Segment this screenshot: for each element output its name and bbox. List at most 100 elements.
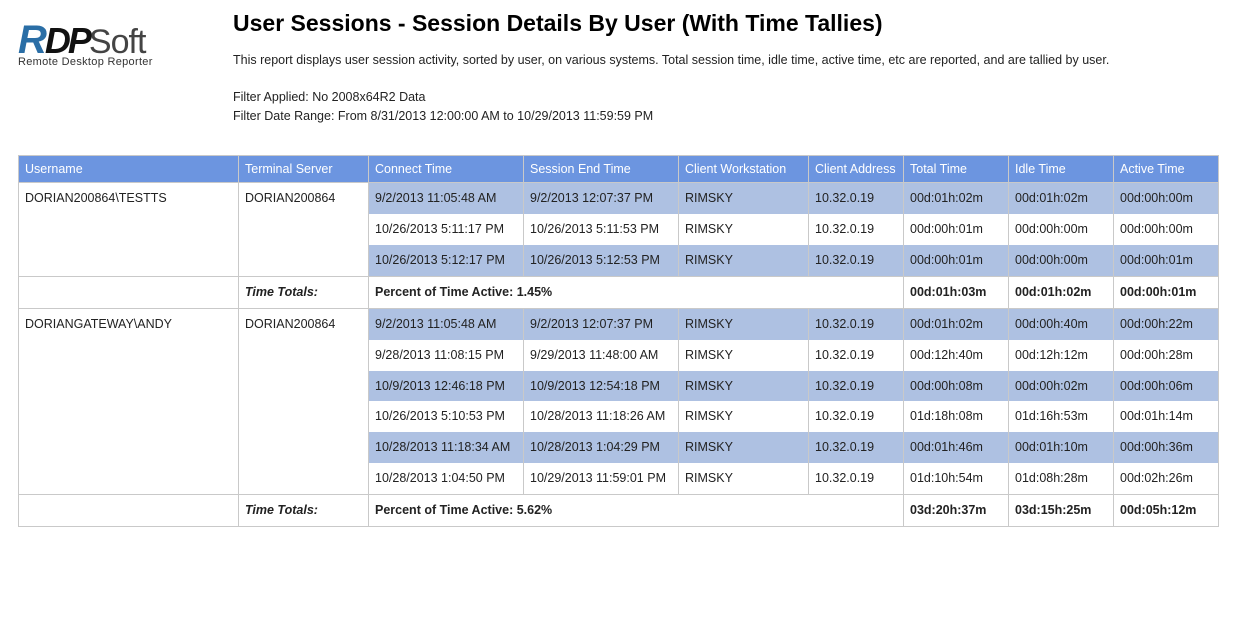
col-idle: Idle Time <box>1009 156 1114 183</box>
end-cell: 10/29/2013 11:59:01 PM <box>524 463 679 494</box>
connect-cell: 10/28/2013 11:18:34 AM <box>369 432 524 463</box>
totals-row: Time Totals:Percent of Time Active: 5.62… <box>19 495 1219 527</box>
active-cell: 00d:00h:22m <box>1114 308 1219 339</box>
filter-applied: Filter Applied: No 2008x64R2 Data <box>233 88 1215 107</box>
end-cell: 10/28/2013 1:04:29 PM <box>524 432 679 463</box>
totals-total: 00d:01h:03m <box>904 276 1009 308</box>
filter-block: Filter Applied: No 2008x64R2 Data Filter… <box>233 88 1215 126</box>
total-cell: 00d:12h:40m <box>904 340 1009 371</box>
connect-cell: 10/9/2013 12:46:18 PM <box>369 371 524 402</box>
col-end: Session End Time <box>524 156 679 183</box>
idle-cell: 01d:08h:28m <box>1009 463 1114 494</box>
end-cell: 9/2/2013 12:07:37 PM <box>524 183 679 214</box>
wks-cell: RIMSKY <box>679 432 809 463</box>
addr-cell: 10.32.0.19 <box>809 432 904 463</box>
idle-cell: 00d:01h:02m <box>1009 183 1114 214</box>
active-cell: 00d:00h:28m <box>1114 340 1219 371</box>
idle-cell: 00d:00h:40m <box>1009 308 1114 339</box>
connect-cell: 10/26/2013 5:12:17 PM <box>369 245 524 276</box>
logo: R DP Soft Remote Desktop Reporter <box>18 10 193 68</box>
totals-active: 00d:05h:12m <box>1114 495 1219 527</box>
col-server: Terminal Server <box>239 156 369 183</box>
totals-blank <box>19 495 239 527</box>
addr-cell: 10.32.0.19 <box>809 214 904 245</box>
col-workstation: Client Workstation <box>679 156 809 183</box>
active-cell: 00d:00h:00m <box>1114 214 1219 245</box>
idle-cell: 00d:00h:00m <box>1009 245 1114 276</box>
logo-tagline: Remote Desktop Reporter <box>18 56 193 68</box>
addr-cell: 10.32.0.19 <box>809 371 904 402</box>
report-description: This report displays user session activi… <box>233 51 1215 70</box>
col-active: Active Time <box>1114 156 1219 183</box>
totals-blank <box>19 276 239 308</box>
connect-cell: 9/2/2013 11:05:48 AM <box>369 308 524 339</box>
idle-cell: 00d:12h:12m <box>1009 340 1114 371</box>
total-cell: 01d:10h:54m <box>904 463 1009 494</box>
connect-cell: 10/28/2013 1:04:50 PM <box>369 463 524 494</box>
addr-cell: 10.32.0.19 <box>809 463 904 494</box>
col-connect: Connect Time <box>369 156 524 183</box>
logo-brand-dp: DP <box>45 23 89 59</box>
active-cell: 00d:01h:14m <box>1114 401 1219 432</box>
sessions-table: Username Terminal Server Connect Time Se… <box>18 155 1219 527</box>
addr-cell: 10.32.0.19 <box>809 308 904 339</box>
active-cell: 00d:00h:00m <box>1114 183 1219 214</box>
addr-cell: 10.32.0.19 <box>809 340 904 371</box>
idle-cell: 00d:00h:00m <box>1009 214 1114 245</box>
report-header: R DP Soft Remote Desktop Reporter User S… <box>18 10 1215 125</box>
wks-cell: RIMSKY <box>679 214 809 245</box>
logo-brand-r: R <box>18 20 45 60</box>
totals-label: Time Totals: <box>239 276 369 308</box>
idle-cell: 00d:00h:02m <box>1009 371 1114 402</box>
wks-cell: RIMSKY <box>679 463 809 494</box>
col-address: Client Address <box>809 156 904 183</box>
end-cell: 9/29/2013 11:48:00 AM <box>524 340 679 371</box>
end-cell: 10/9/2013 12:54:18 PM <box>524 371 679 402</box>
totals-active: 00d:00h:01m <box>1114 276 1219 308</box>
connect-cell: 10/26/2013 5:11:17 PM <box>369 214 524 245</box>
logo-brand-soft: Soft <box>89 25 145 59</box>
idle-cell: 01d:16h:53m <box>1009 401 1114 432</box>
end-cell: 10/26/2013 5:12:53 PM <box>524 245 679 276</box>
total-cell: 01d:18h:08m <box>904 401 1009 432</box>
wks-cell: RIMSKY <box>679 183 809 214</box>
total-cell: 00d:00h:01m <box>904 245 1009 276</box>
username-cell: DORIANGATEWAY\ANDY <box>19 308 239 494</box>
totals-total: 03d:20h:37m <box>904 495 1009 527</box>
totals-row: Time Totals:Percent of Time Active: 1.45… <box>19 276 1219 308</box>
addr-cell: 10.32.0.19 <box>809 245 904 276</box>
totals-percent: Percent of Time Active: 5.62% <box>369 495 904 527</box>
page-title: User Sessions - Session Details By User … <box>233 10 1215 37</box>
col-total: Total Time <box>904 156 1009 183</box>
idle-cell: 00d:01h:10m <box>1009 432 1114 463</box>
end-cell: 10/26/2013 5:11:53 PM <box>524 214 679 245</box>
total-cell: 00d:01h:02m <box>904 183 1009 214</box>
filter-date-range: Filter Date Range: From 8/31/2013 12:00:… <box>233 107 1215 126</box>
table-header-row: Username Terminal Server Connect Time Se… <box>19 156 1219 183</box>
table-row: DORIANGATEWAY\ANDYDORIAN2008649/2/2013 1… <box>19 308 1219 339</box>
addr-cell: 10.32.0.19 <box>809 183 904 214</box>
table-row: DORIAN200864\TESTTSDORIAN2008649/2/2013 … <box>19 183 1219 214</box>
server-cell: DORIAN200864 <box>239 308 369 494</box>
totals-idle: 03d:15h:25m <box>1009 495 1114 527</box>
wks-cell: RIMSKY <box>679 245 809 276</box>
addr-cell: 10.32.0.19 <box>809 401 904 432</box>
col-username: Username <box>19 156 239 183</box>
total-cell: 00d:00h:01m <box>904 214 1009 245</box>
wks-cell: RIMSKY <box>679 371 809 402</box>
total-cell: 00d:01h:02m <box>904 308 1009 339</box>
wks-cell: RIMSKY <box>679 308 809 339</box>
active-cell: 00d:00h:01m <box>1114 245 1219 276</box>
active-cell: 00d:00h:06m <box>1114 371 1219 402</box>
totals-label: Time Totals: <box>239 495 369 527</box>
wks-cell: RIMSKY <box>679 401 809 432</box>
end-cell: 9/2/2013 12:07:37 PM <box>524 308 679 339</box>
active-cell: 00d:02h:26m <box>1114 463 1219 494</box>
totals-idle: 00d:01h:02m <box>1009 276 1114 308</box>
server-cell: DORIAN200864 <box>239 183 369 277</box>
username-cell: DORIAN200864\TESTTS <box>19 183 239 277</box>
connect-cell: 9/28/2013 11:08:15 PM <box>369 340 524 371</box>
total-cell: 00d:01h:46m <box>904 432 1009 463</box>
total-cell: 00d:00h:08m <box>904 371 1009 402</box>
totals-percent: Percent of Time Active: 1.45% <box>369 276 904 308</box>
